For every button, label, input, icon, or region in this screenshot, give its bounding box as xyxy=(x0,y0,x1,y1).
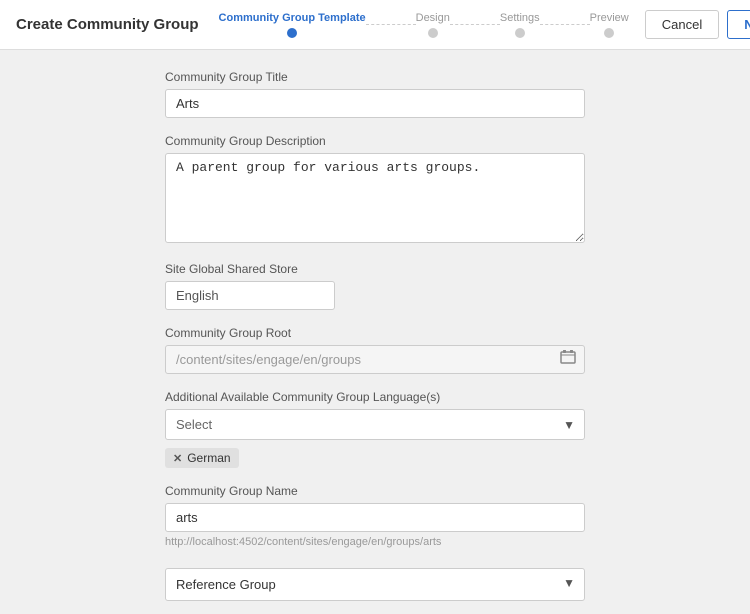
ref-group-select-wrapper: Reference Group ▼ xyxy=(165,564,585,601)
step-2-dot xyxy=(428,28,438,38)
name-group: Community Group Name http://localhost:45… xyxy=(165,484,585,548)
languages-label: Additional Available Community Group Lan… xyxy=(165,390,585,404)
shared-store-group: Site Global Shared Store xyxy=(165,262,585,310)
tag-label-german: German xyxy=(187,451,230,465)
languages-group: Additional Available Community Group Lan… xyxy=(165,390,585,468)
header: Create Community Group Community Group T… xyxy=(0,0,750,50)
step-2-label: Design xyxy=(416,12,450,24)
wizard-steps: Community Group Template Design Settings… xyxy=(219,12,629,38)
tag-container: ✕ German xyxy=(165,448,585,468)
title-label: Community Group Title xyxy=(165,70,585,84)
step-4-dot xyxy=(604,28,614,38)
description-textarea[interactable]: A parent group for <span class="descript… xyxy=(165,153,585,243)
language-tag-german: ✕ German xyxy=(165,448,239,468)
root-label: Community Group Root xyxy=(165,326,585,340)
ref-group-select[interactable]: Reference Group xyxy=(165,568,585,601)
description-label: Community Group Description xyxy=(165,134,585,148)
step-1-label: Community Group Template xyxy=(219,12,366,24)
ref-group-group: Reference Group ▼ xyxy=(165,564,585,601)
name-label: Community Group Name xyxy=(165,484,585,498)
step-3-dot xyxy=(515,28,525,38)
header-buttons: Cancel Next xyxy=(645,10,750,39)
wizard-step-2: Design xyxy=(416,12,450,38)
languages-select-wrapper: Select German French ▼ xyxy=(165,409,585,440)
main-content: Community Group Title Community Group De… xyxy=(0,50,750,614)
title-input[interactable] xyxy=(165,89,585,118)
languages-select[interactable]: Select German French xyxy=(165,409,585,440)
step-1-dot xyxy=(287,28,297,38)
page-title: Create Community Group xyxy=(16,16,199,33)
shared-store-label: Site Global Shared Store xyxy=(165,262,585,276)
title-group: Community Group Title xyxy=(165,70,585,118)
url-hint: http://localhost:4502/content/sites/enga… xyxy=(165,536,585,548)
wizard-step-4: Preview xyxy=(590,12,629,38)
shared-store-input[interactable] xyxy=(165,281,335,310)
step-connector-1 xyxy=(366,24,416,25)
step-4-label: Preview xyxy=(590,12,629,24)
tag-remove-german[interactable]: ✕ xyxy=(173,452,182,465)
step-3-label: Settings xyxy=(500,12,540,24)
root-field-wrapper xyxy=(165,345,585,374)
cancel-button[interactable]: Cancel xyxy=(645,10,719,39)
step-connector-2 xyxy=(450,24,500,25)
description-group: Community Group Description A parent gro… xyxy=(165,134,585,246)
next-button[interactable]: Next xyxy=(727,10,750,39)
root-input xyxy=(165,345,585,374)
wizard-step-3: Settings xyxy=(500,12,540,38)
browse-icon[interactable] xyxy=(559,348,577,371)
step-connector-3 xyxy=(540,24,590,25)
wizard-step-1: Community Group Template xyxy=(219,12,366,38)
root-group: Community Group Root xyxy=(165,326,585,374)
name-input[interactable] xyxy=(165,503,585,532)
